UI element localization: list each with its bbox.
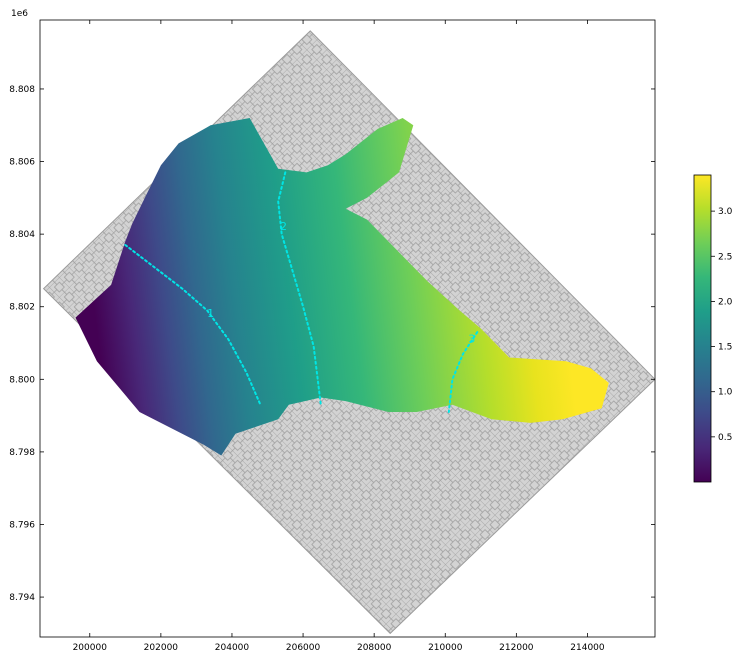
x-tick-label: 204000 [215,643,250,653]
x-tick-label: 200000 [73,643,108,653]
colorbar-ticks: 0.5 1.0 1.5 2.0 2.5 3.0 [711,207,733,443]
x-tick-label: 214000 [570,643,605,653]
y-tick-label: 8.796 [9,520,35,530]
y-tick-label: 8.806 [9,158,35,168]
colorbar-tick-label: 2.5 [718,252,732,262]
contour-label-2: 2 [280,220,287,233]
colorbar-tick-label: 2.0 [718,297,733,307]
y-tick-label: 8.804 [9,230,35,240]
x-tick-label: 210000 [428,643,463,653]
contour-label-1: 1 [207,307,214,320]
y-tick-label: 8.800 [9,375,35,385]
y-tick-label: 8.802 [9,303,35,313]
colorbar-tick-label: 1.5 [718,343,732,353]
colorbar: 0.5 1.0 1.5 2.0 2.5 3.0 [693,174,733,483]
colorbar-tick-label: 3.0 [718,207,733,217]
x-tick-label: 206000 [286,643,321,653]
x-tick-label: 202000 [144,643,179,653]
figure: 1 2 3 200000 202000 204000 206000 208000 210000… [9,9,733,653]
colorbar-tick-label: 1.0 [718,388,733,398]
plot-area: 1 2 3 [42,30,655,635]
contour-label-3: 3 [468,332,475,345]
y-tick-label: 8.808 [9,85,35,95]
y-tick-label: 8.794 [9,593,35,603]
colorbar-tick-label: 0.5 [718,433,732,443]
y-tick-label: 8.798 [9,448,35,458]
y-offset-label: 1e6 [11,9,28,19]
colorbar-gradient [693,174,712,483]
x-tick-label: 208000 [357,643,392,653]
x-tick-label: 212000 [499,643,534,653]
